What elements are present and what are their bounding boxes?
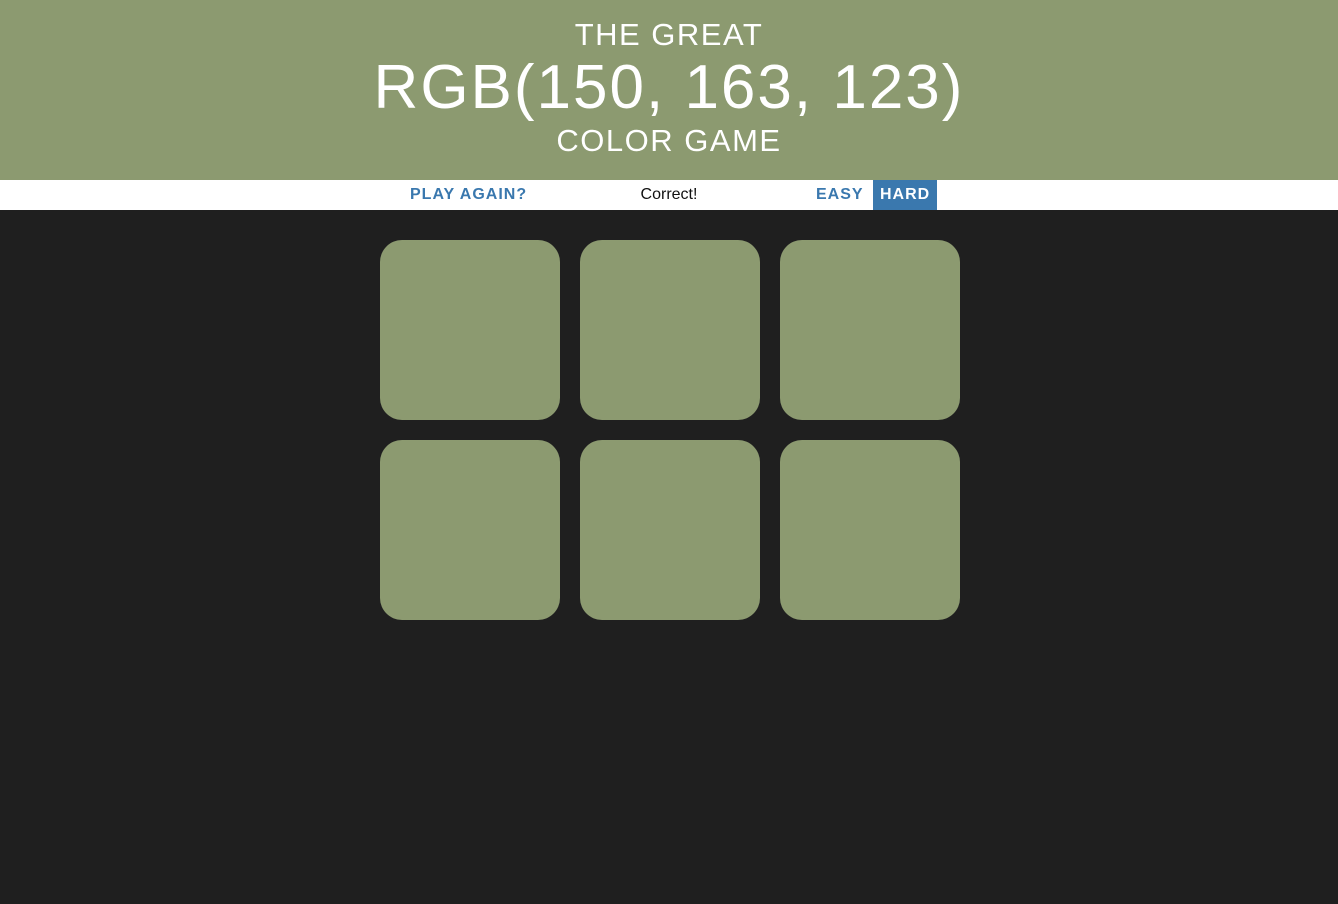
- color-square-5[interactable]: [580, 440, 760, 620]
- rgb-display: RGB(150, 163, 123): [373, 53, 965, 122]
- title-line-bottom: COLOR GAME: [556, 123, 782, 158]
- control-stripe: PLAY AGAIN? Correct! EASY HARD: [0, 180, 1338, 210]
- color-square-2[interactable]: [580, 240, 760, 420]
- squares-grid: [0, 210, 1338, 904]
- color-square-3[interactable]: [780, 240, 960, 420]
- title-line-top: THE GREAT: [574, 17, 764, 52]
- color-square-6[interactable]: [780, 440, 960, 620]
- game-header: THE GREAT RGB(150, 163, 123) COLOR GAME: [0, 0, 1338, 180]
- color-square-4[interactable]: [380, 440, 560, 620]
- color-square-1[interactable]: [380, 240, 560, 420]
- hard-mode-button[interactable]: HARD: [873, 180, 937, 210]
- easy-mode-button[interactable]: EASY: [809, 180, 871, 210]
- play-again-button[interactable]: PLAY AGAIN?: [403, 180, 534, 210]
- status-message: Correct!: [640, 186, 698, 203]
